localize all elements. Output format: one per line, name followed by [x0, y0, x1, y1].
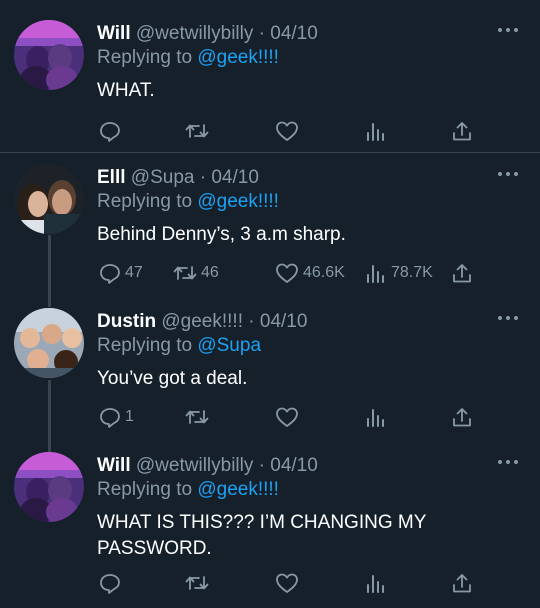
avatar[interactable] [14, 452, 84, 522]
avatar[interactable] [14, 20, 84, 90]
views-button[interactable] [365, 118, 391, 144]
conversation-thread: Will @wetwillybilly · 04/10 Replying to … [0, 0, 540, 608]
reply-count: 47 [125, 264, 143, 281]
handle[interactable]: @wetwillybilly [136, 23, 253, 44]
like-button[interactable] [275, 118, 303, 144]
replying-to-label: Replying to [97, 335, 193, 356]
tweet[interactable]: Will @wetwillybilly · 04/10 Replying to … [0, 20, 540, 150]
display-name[interactable]: Dustin [97, 311, 156, 332]
action-bar: 1 [97, 404, 477, 430]
handle[interactable]: @wetwillybilly [136, 455, 253, 476]
retweet-button[interactable] [185, 404, 213, 430]
reply-button[interactable]: 1 [99, 404, 134, 430]
reply-icon [99, 406, 121, 428]
tweet[interactable]: Elll @Supa · 04/10 Replying to @geek!!!!… [0, 164, 540, 304]
replying-to: Replying to @geek!!!! [97, 190, 279, 214]
more-icon[interactable] [498, 28, 518, 34]
replying-to: Replying to @Supa [97, 334, 261, 358]
retweet-icon [173, 262, 197, 284]
retweet-icon [185, 120, 209, 142]
tweet-header: Will @wetwillybilly · 04/10 [97, 454, 318, 478]
tweet-header: Elll @Supa · 04/10 [97, 166, 259, 190]
views-button[interactable] [365, 570, 391, 596]
reply-icon [99, 120, 121, 142]
action-bar [97, 118, 477, 144]
avatar[interactable] [14, 164, 84, 234]
replying-to: Replying to @geek!!!! [97, 478, 279, 502]
share-icon [451, 572, 473, 594]
views-icon [365, 406, 387, 428]
like-icon [275, 262, 299, 284]
timestamp[interactable]: · 04/10 [248, 311, 307, 332]
retweet-button[interactable]: 46 [173, 260, 219, 286]
retweet-button[interactable] [185, 570, 213, 596]
share-button[interactable] [451, 260, 473, 286]
reply-count: 1 [125, 408, 134, 425]
handle[interactable]: @Supa [131, 167, 195, 188]
share-icon [451, 262, 473, 284]
replying-to-label: Replying to [97, 47, 193, 68]
views-button[interactable] [365, 404, 391, 430]
views-icon [365, 120, 387, 142]
timestamp[interactable]: · 04/10 [200, 167, 259, 188]
action-bar: 47 46 46.6K 78.7K [97, 260, 477, 286]
reply-button[interactable] [99, 118, 125, 144]
tweet-text: You’ve got a deal. [97, 368, 248, 389]
more-icon[interactable] [498, 316, 518, 322]
like-icon [275, 120, 299, 142]
tweet-header: Dustin @geek!!!! · 04/10 [97, 310, 307, 334]
replying-to: Replying to @geek!!!! [97, 46, 279, 70]
mention-link[interactable]: @geek!!!! [197, 47, 279, 68]
handle[interactable]: @geek!!!! [161, 311, 243, 332]
retweet-icon [185, 406, 209, 428]
views-button[interactable]: 78.7K [365, 260, 433, 286]
share-icon [451, 120, 473, 142]
retweet-count: 46 [201, 264, 219, 281]
tweet-text: WHAT IS THIS??? I’M CHANGING MY PASSWORD… [97, 512, 427, 559]
more-icon[interactable] [498, 172, 518, 178]
share-button[interactable] [451, 118, 473, 144]
mention-link[interactable]: @Supa [197, 335, 261, 356]
like-icon [275, 572, 299, 594]
replying-to-label: Replying to [97, 191, 193, 212]
views-icon [365, 572, 387, 594]
avatar[interactable] [14, 308, 84, 378]
more-icon[interactable] [498, 460, 518, 466]
views-icon [365, 262, 387, 284]
replying-to-label: Replying to [97, 479, 193, 500]
retweet-button[interactable] [185, 118, 213, 144]
reply-icon [99, 262, 121, 284]
like-icon [275, 406, 299, 428]
tweet-header: Will @wetwillybilly · 04/10 [97, 22, 318, 46]
divider [0, 152, 540, 153]
tweet[interactable]: Will @wetwillybilly · 04/10 Replying to … [0, 452, 540, 608]
tweet-text: WHAT. [97, 80, 155, 101]
share-button[interactable] [451, 570, 473, 596]
mention-link[interactable]: @geek!!!! [197, 479, 279, 500]
retweet-icon [185, 572, 209, 594]
display-name[interactable]: Will [97, 455, 131, 476]
display-name[interactable]: Will [97, 23, 131, 44]
views-count: 78.7K [391, 264, 433, 281]
reply-button[interactable]: 47 [99, 260, 143, 286]
timestamp[interactable]: · 04/10 [259, 23, 318, 44]
action-bar [97, 570, 477, 596]
mention-link[interactable]: @geek!!!! [197, 191, 279, 212]
reply-button[interactable] [99, 570, 125, 596]
timestamp[interactable]: · 04/10 [259, 455, 318, 476]
display-name[interactable]: Elll [97, 167, 126, 188]
like-count: 46.6K [303, 264, 345, 281]
tweet[interactable]: Dustin @geek!!!! · 04/10 Replying to @Su… [0, 308, 540, 448]
like-button[interactable]: 46.6K [275, 260, 345, 286]
like-button[interactable] [275, 570, 303, 596]
reply-icon [99, 572, 121, 594]
tweet-text: Behind Denny’s, 3 a.m sharp. [97, 224, 346, 245]
share-icon [451, 406, 473, 428]
share-button[interactable] [451, 404, 473, 430]
like-button[interactable] [275, 404, 303, 430]
